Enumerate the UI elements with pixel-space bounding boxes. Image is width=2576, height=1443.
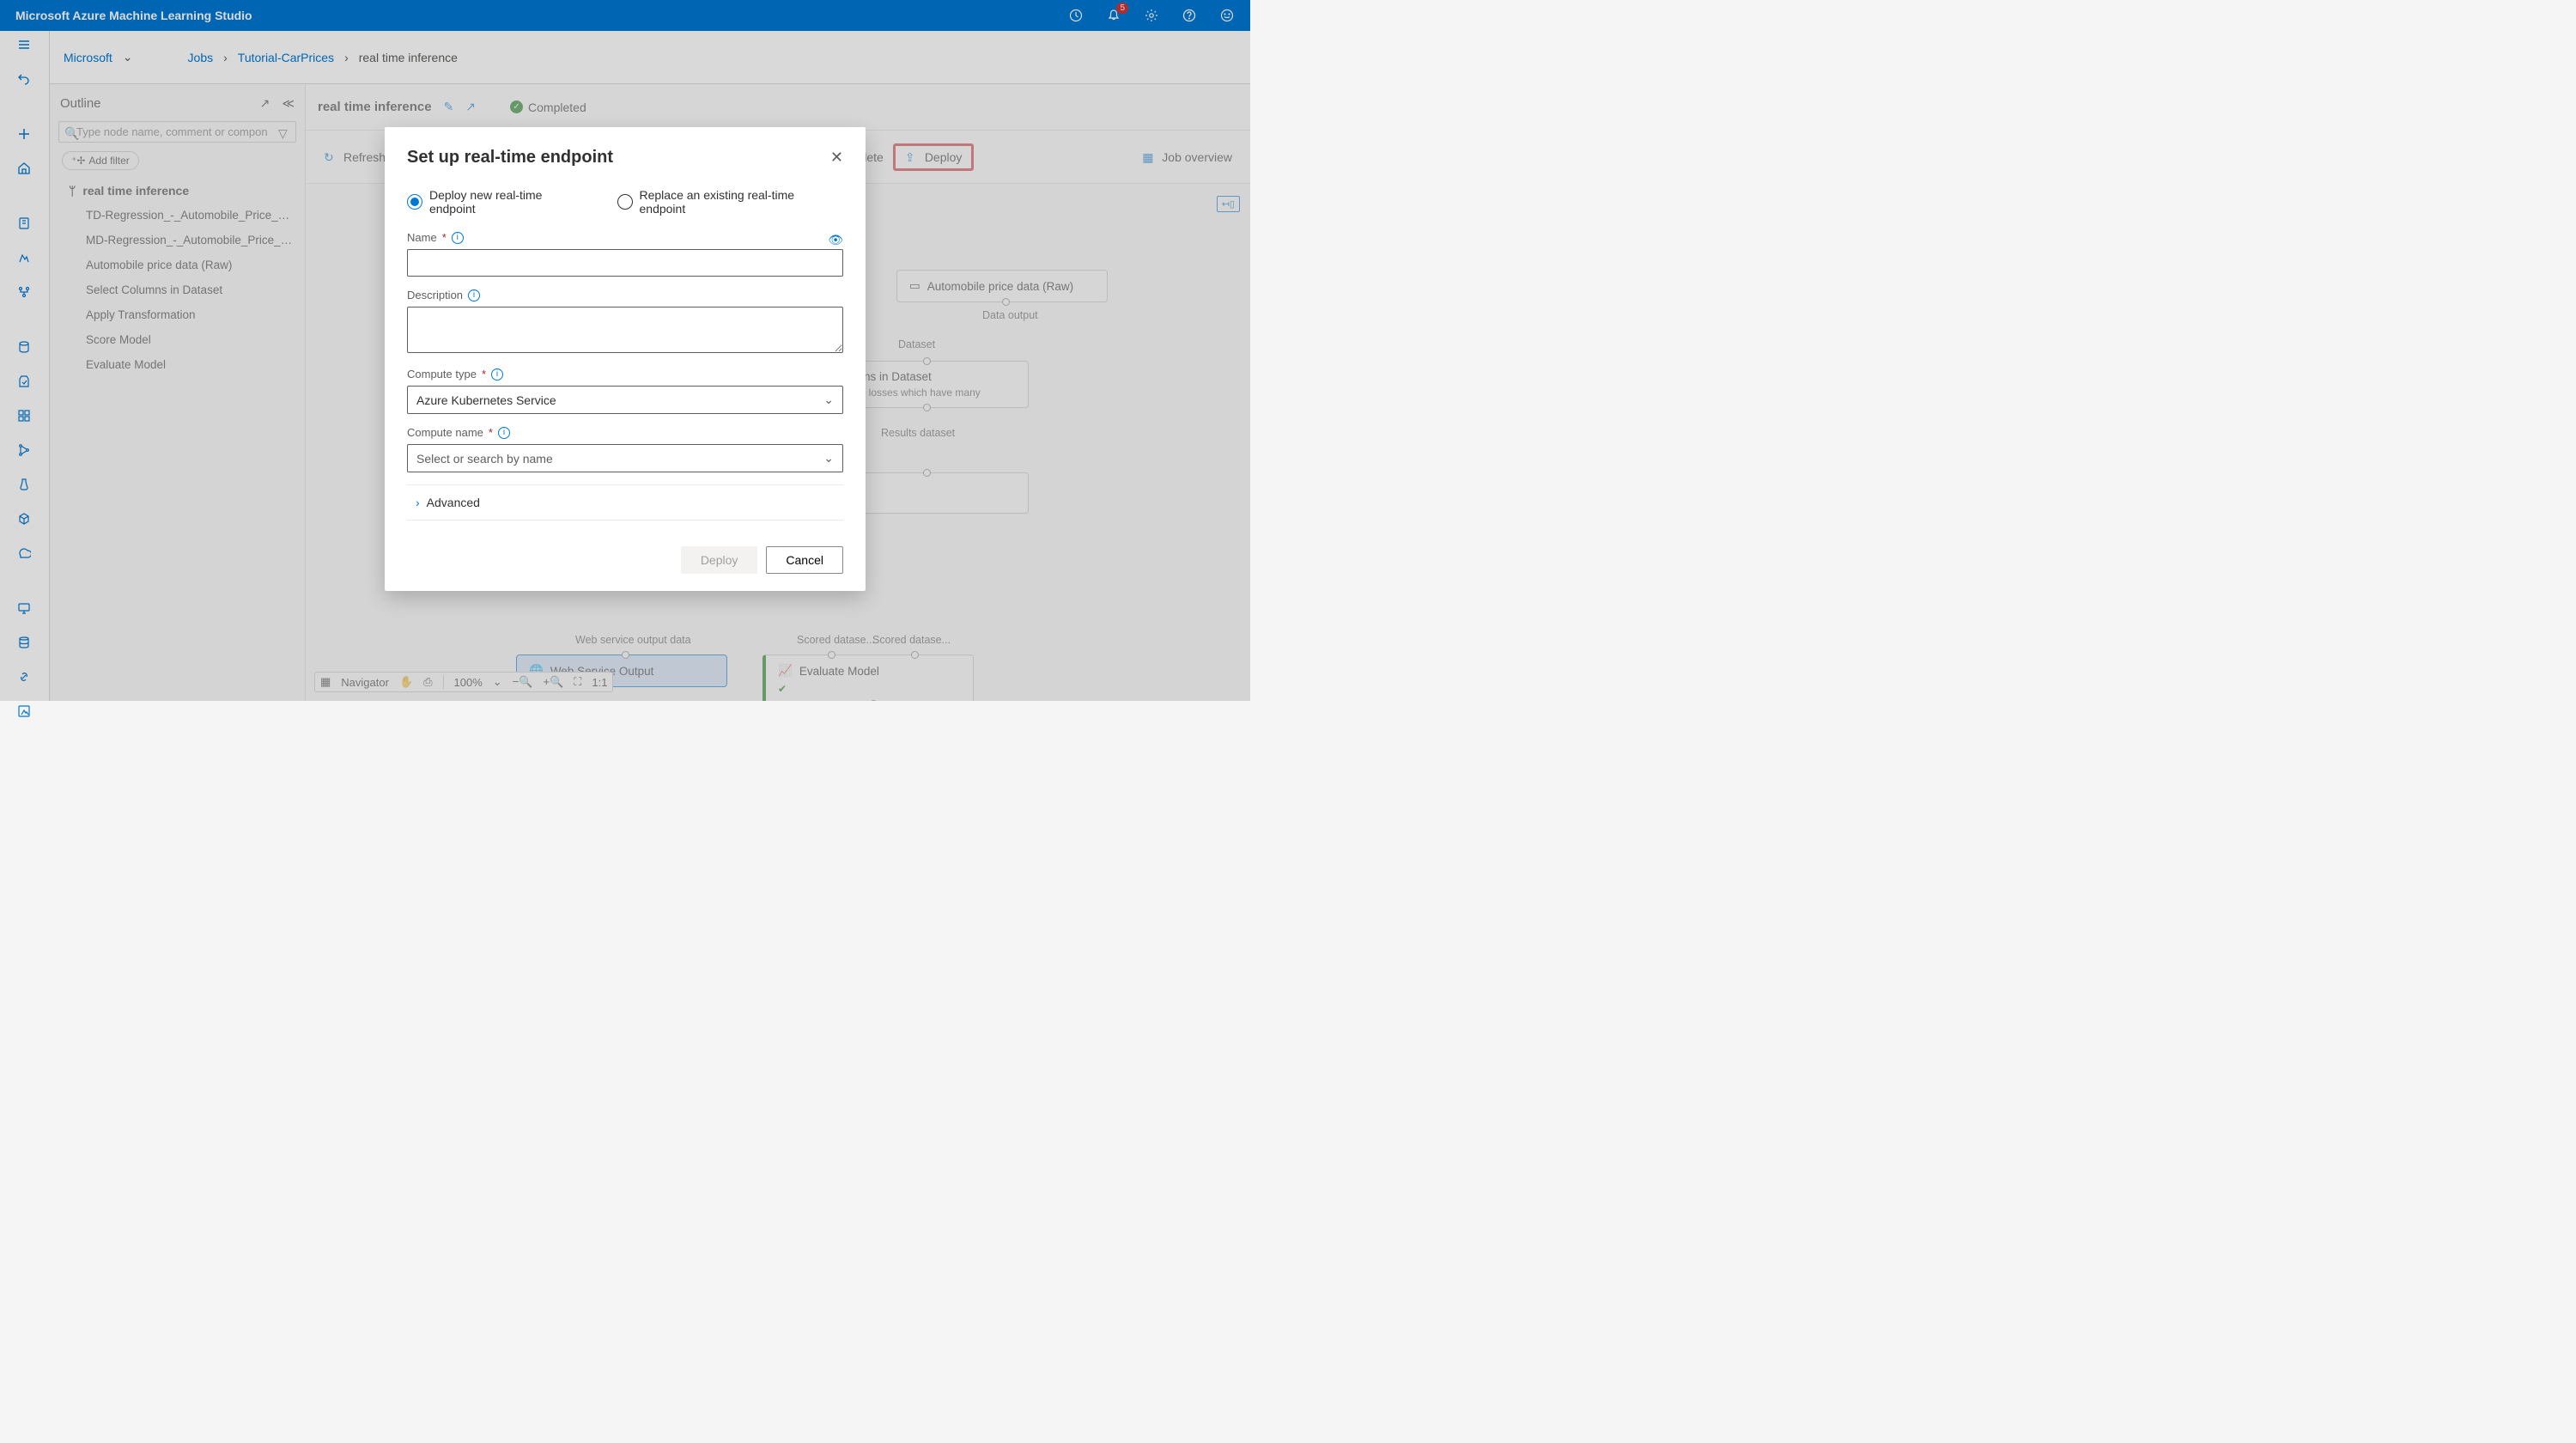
info-icon[interactable]: i [468, 289, 480, 301]
name-label: Name * i [407, 231, 464, 244]
chevron-down-icon: ⌄ [823, 393, 834, 407]
deploy-modal: Set up real-time endpoint ✕ Deploy new r… [385, 127, 866, 591]
labeling-icon[interactable] [17, 704, 33, 718]
advanced-toggle[interactable]: › Advanced [407, 484, 843, 521]
name-input[interactable] [407, 249, 843, 277]
radio-icon [407, 194, 422, 210]
modal-deploy-button: Deploy [681, 546, 758, 574]
info-icon[interactable]: i [491, 368, 503, 381]
info-icon[interactable]: i [498, 427, 510, 439]
close-button[interactable]: ✕ [830, 149, 843, 167]
radio-replace[interactable]: Replace an existing real-time endpoint [617, 188, 843, 216]
chevron-right-icon: › [416, 496, 420, 509]
chevron-down-icon: ⌄ [823, 451, 834, 466]
radio-icon [617, 194, 633, 210]
compute-type-label: Compute type * i [407, 368, 843, 381]
description-label: Description i [407, 289, 843, 301]
modal-overlay: Set up real-time endpoint ✕ Deploy new r… [0, 0, 1250, 701]
modal-cancel-button[interactable]: Cancel [766, 546, 843, 574]
info-icon[interactable]: i [452, 232, 464, 244]
compute-name-select[interactable]: Select or search by name ⌄ [407, 444, 843, 472]
eye-icon[interactable]: 👁 [828, 233, 843, 247]
compute-type-select[interactable]: Azure Kubernetes Service ⌄ [407, 386, 843, 414]
modal-title: Set up real-time endpoint [407, 148, 613, 167]
compute-name-label: Compute name * i [407, 426, 843, 439]
description-input[interactable] [407, 307, 843, 353]
radio-deploy-new[interactable]: Deploy new real-time endpoint [407, 188, 592, 216]
